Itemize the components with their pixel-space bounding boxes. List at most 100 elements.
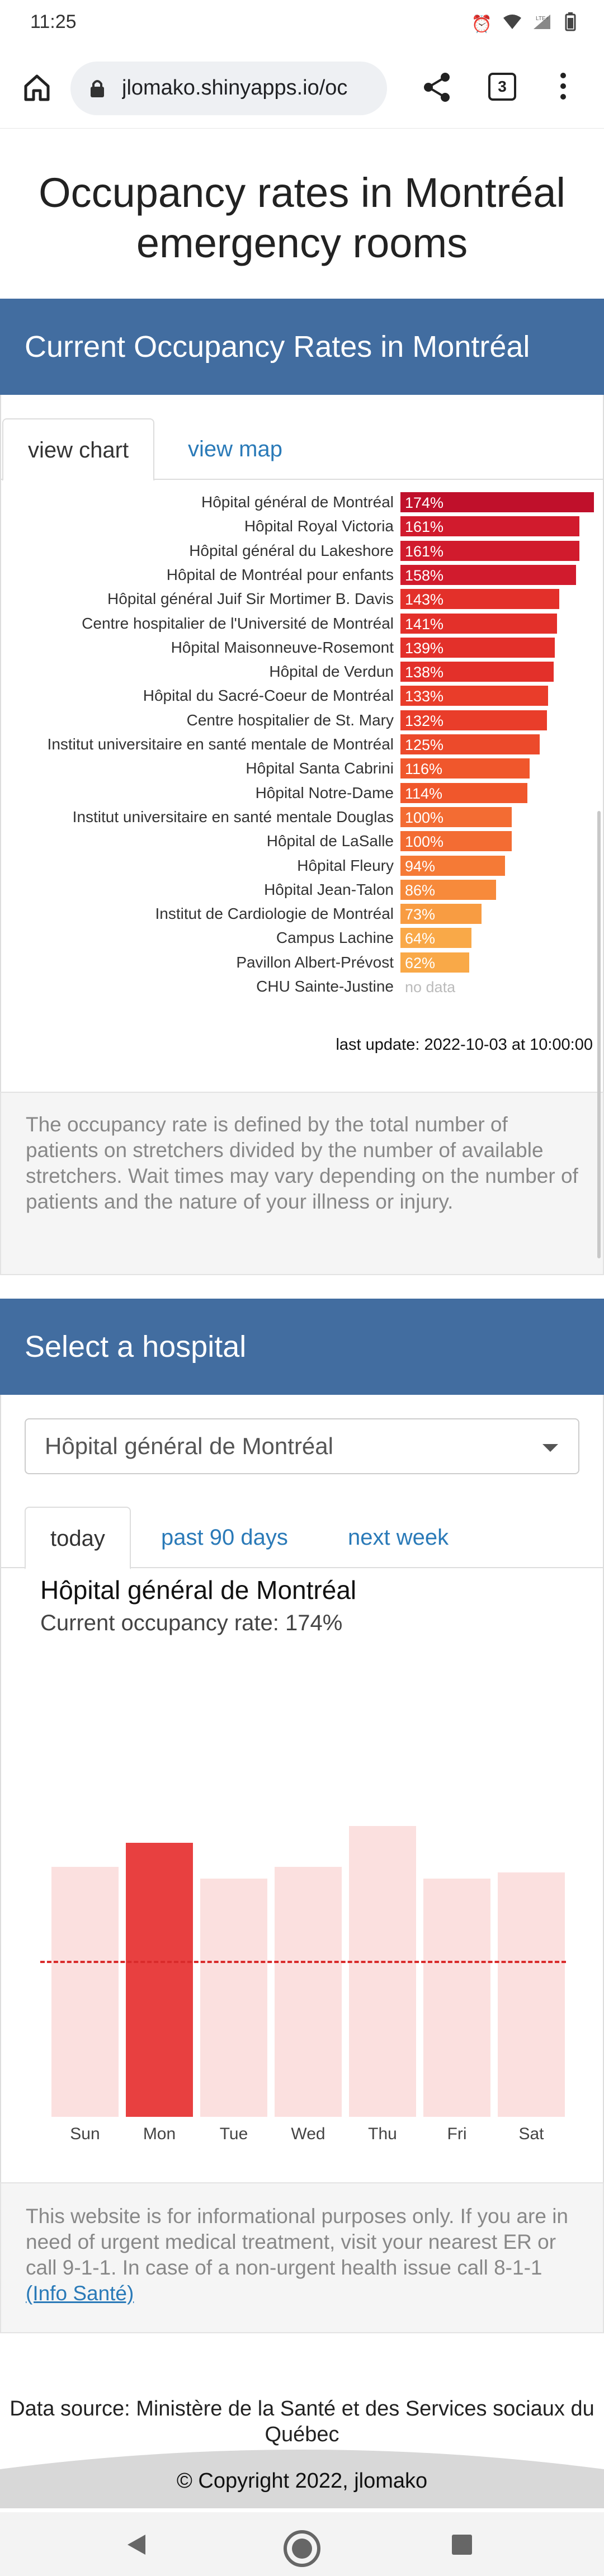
- bar-label: Centre hospitalier de St. Mary: [186, 711, 394, 729]
- battery-icon: [565, 12, 576, 36]
- signal-label: LTE+: [536, 16, 549, 22]
- tab-view-map[interactable]: view map: [163, 418, 307, 481]
- bar-label: Hôpital Santa Cabrini: [246, 759, 394, 777]
- page-title-line2: emergency rooms: [136, 220, 468, 266]
- weekday-label: Sat: [518, 2125, 544, 2143]
- bar-label: Hôpital général de Montréal: [201, 493, 394, 511]
- bar-label: Hôpital de Verdun: [269, 663, 394, 681]
- page-title-line1: Occupancy rates in Montréal: [39, 169, 565, 216]
- bar-value-label: 143%: [405, 591, 444, 608]
- hospital-select[interactable]: Hôpital général de Montréal: [25, 1418, 579, 1474]
- lock-icon: [89, 78, 105, 101]
- bar-value-label: 141%: [405, 615, 444, 633]
- weekday-bar[interactable]: [275, 1866, 342, 2117]
- weekday-bar[interactable]: [51, 1866, 119, 2117]
- bar-label: CHU Sainte-Justine: [256, 978, 394, 995]
- tab-today[interactable]: today: [25, 1507, 131, 1569]
- weekday-label: Tue: [219, 2125, 248, 2143]
- weekday-bar[interactable]: [200, 1878, 267, 2117]
- bar-label: Hôpital du Sacré-Coeur de Montréal: [143, 687, 394, 705]
- disclaimer-note: This website is for informational purpos…: [0, 2182, 604, 2333]
- period-tabs: today past 90 days next week: [0, 1507, 604, 1569]
- bar-label: Hôpital Royal Victoria: [244, 517, 394, 535]
- bar-label: Centre hospitalier de l'Université de Mo…: [82, 614, 394, 632]
- reference-line: [40, 1961, 566, 1963]
- overflow-menu-icon[interactable]: [559, 73, 567, 104]
- weekday-occupancy-chart: Sun Mon Tue Wed Thu Fri Sat: [0, 1818, 604, 2153]
- tab-switcher-button[interactable]: 3: [488, 73, 516, 101]
- weekday-bar[interactable]: [349, 1826, 416, 2117]
- weekday-bar[interactable]: [498, 1872, 565, 2117]
- weekday-label: Mon: [143, 2125, 176, 2143]
- url-text: jlomako.shinyapps.io/oc: [122, 76, 348, 100]
- scrollbar[interactable]: [597, 811, 601, 1258]
- status-icons: ⏰ LTE+: [471, 12, 576, 36]
- chevron-down-icon: [542, 1444, 558, 1452]
- tab-past-90-days[interactable]: past 90 days: [136, 1507, 313, 1569]
- bar-value-label: 161%: [405, 518, 444, 536]
- page-title: Occupancy rates in Montréal emergency ro…: [0, 168, 604, 268]
- bar-label: Hôpital général Juif Sir Mortimer B. Dav…: [107, 590, 394, 608]
- bar-label: Institut universitaire en santé mentale …: [47, 735, 394, 753]
- bar-value-label: 114%: [405, 785, 443, 802]
- occupancy-panel-header: Current Occupancy Rates in Montréal: [0, 299, 604, 395]
- status-time: 11:25: [30, 11, 77, 32]
- share-icon[interactable]: [421, 70, 454, 104]
- bar-label: Institut de Cardiologie de Montréal: [155, 905, 394, 923]
- home-nav-icon[interactable]: [282, 2529, 322, 2568]
- bar-value-label: 138%: [405, 664, 444, 681]
- bar-value-label: 64%: [405, 930, 436, 947]
- tab-next-week[interactable]: next week: [323, 1507, 473, 1569]
- bar-value-label: 62%: [405, 954, 436, 971]
- bar-label: Hôpital Jean-Talon: [264, 880, 394, 898]
- bar-label: Campus Lachine: [276, 929, 394, 947]
- bar-label: Pavillon Albert-Prévost: [236, 953, 394, 971]
- weekday-label: Thu: [368, 2125, 397, 2143]
- hospital-select-value: Hôpital général de Montréal: [45, 1433, 333, 1459]
- back-icon[interactable]: [124, 2532, 149, 2557]
- hospital-name: Hôpital général de Montréal: [40, 1575, 357, 1605]
- bar-label: Hôpital de LaSalle: [266, 832, 394, 850]
- signal-icon: LTE+: [532, 13, 555, 35]
- bar-value-label: no data: [405, 979, 456, 996]
- chart-tabs: view chart view map: [0, 418, 604, 481]
- tab-view-chart[interactable]: view chart: [2, 418, 155, 481]
- bar-value-label: 133%: [405, 688, 444, 705]
- wifi-icon: [502, 13, 522, 35]
- weekday-bar[interactable]: [423, 1878, 490, 2117]
- recents-icon[interactable]: [451, 2533, 473, 2556]
- weekday-bar[interactable]: [126, 1843, 193, 2117]
- select-panel-header: Select a hospital: [0, 1299, 604, 1395]
- copyright: © Copyright 2022, jlomako: [176, 2469, 428, 2493]
- bar-value-label: 116%: [405, 761, 443, 778]
- bar-label: Hôpital général du Lakeshore: [189, 541, 394, 559]
- bar-label: Hôpital Notre-Dame: [255, 784, 394, 801]
- definition-note: The occupancy rate is defined by the tot…: [0, 1092, 604, 1275]
- disclaimer-text: This website is for informational purpos…: [26, 2205, 568, 2279]
- android-nav-bar: [0, 2512, 604, 2576]
- occupancy-bar-chart: Hôpital général de Montréal 174% Hôpital R…: [0, 492, 604, 1051]
- bar-value-label: 94%: [405, 857, 436, 875]
- bar-value-label: 100%: [405, 833, 444, 851]
- weekday-label: Wed: [291, 2125, 325, 2143]
- bar-value-label: 86%: [405, 881, 436, 899]
- bar-value-label: 125%: [405, 737, 444, 753]
- info-sante-link[interactable]: (Info Santé): [26, 2282, 134, 2305]
- bar-value-label: 132%: [405, 712, 444, 729]
- last-update-text: last update: 2022-10-03 at 10:00:00: [336, 1036, 593, 1054]
- bar-label: Hôpital Maisonneuve-Rosemont: [171, 638, 394, 656]
- bar-value-label: 139%: [405, 639, 444, 657]
- status-bar: 11:25 ⏰ LTE+: [0, 0, 604, 47]
- bar-value-label: 158%: [405, 567, 444, 584]
- bar-value-label: 100%: [405, 809, 444, 826]
- weekday-label: Sun: [70, 2125, 100, 2143]
- bar-label: Hôpital Fleury: [297, 856, 394, 874]
- weekday-label: Fri: [447, 2125, 467, 2143]
- browser-toolbar: jlomako.shinyapps.io/oc 3: [0, 47, 604, 129]
- address-bar[interactable]: jlomako.shinyapps.io/oc: [70, 62, 387, 115]
- alarm-icon: ⏰: [471, 15, 492, 34]
- bar-label: Hôpital de Montréal pour enfants: [166, 565, 394, 583]
- bar-label: Institut universitaire en santé mentale …: [72, 808, 394, 825]
- home-icon[interactable]: [21, 72, 53, 103]
- bar-value-label: 161%: [405, 542, 444, 560]
